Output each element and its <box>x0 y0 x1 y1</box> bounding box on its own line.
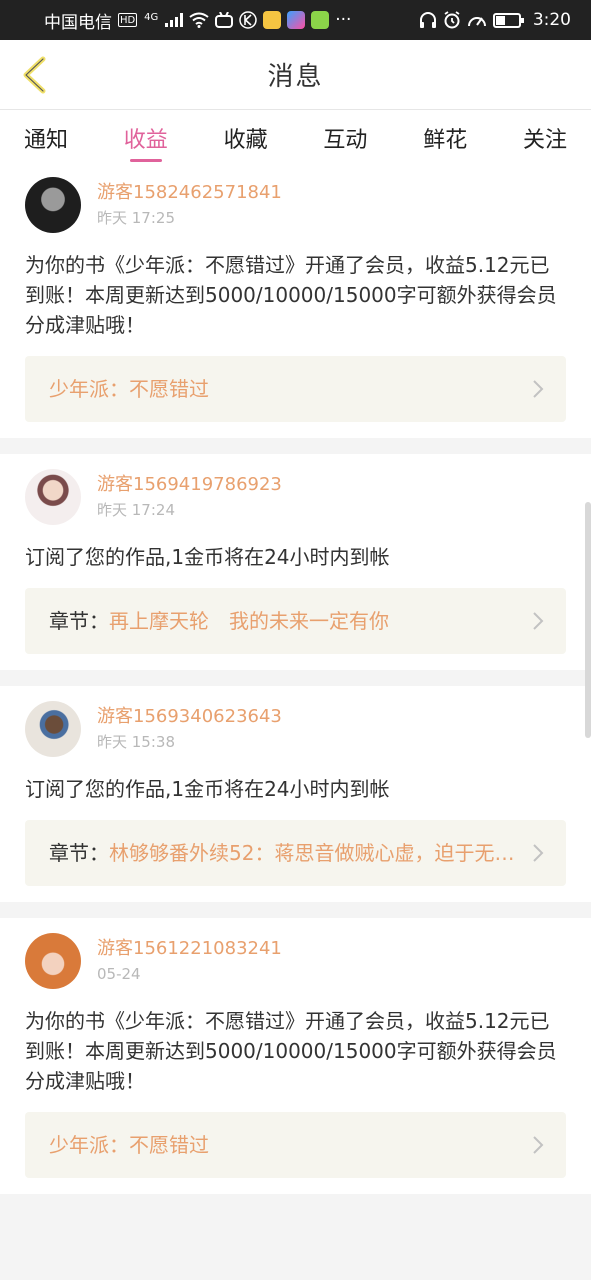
chevron-right-icon <box>533 1136 544 1154</box>
tab-following[interactable]: 关注 <box>523 122 567 162</box>
status-bar: 中国电信 HD 4G ··· 3:20 <box>0 0 591 40</box>
user-meta: 游客1582462571841 昨天 17:25 <box>97 181 282 229</box>
message-card: 游客1569419786923 昨天 17:24 订阅了您的作品,1金币将在24… <box>0 454 591 670</box>
page-title: 消息 <box>267 62 324 92</box>
more-notifications-icon: ··· <box>335 10 352 30</box>
message-card: 游客1569340623643 昨天 15:38 订阅了您的作品,1金币将在24… <box>0 686 591 902</box>
message-text: 为你的书《少年派：不愿错过》开通了会员，收益5.12元已到账！本周更新达到500… <box>25 1009 557 1093</box>
status-right: 3:20 <box>419 10 571 30</box>
tab-flowers[interactable]: 鲜花 <box>423 122 467 162</box>
avatar[interactable] <box>25 469 81 525</box>
link-title: 再上摩天轮 我的未来一定有你 <box>109 609 389 633</box>
clock-time: 3:20 <box>532 10 571 30</box>
timestamp: 昨天 17:25 <box>97 209 175 227</box>
message-text: 为你的书《少年派：不愿错过》开通了会员，收益5.12元已到账！本周更新达到500… <box>25 253 557 337</box>
network-type-icon: 4G <box>144 12 159 23</box>
message-user-row: 游客1561221083241 05-24 <box>25 930 566 992</box>
user-meta: 游客1561221083241 05-24 <box>97 937 282 985</box>
weibo-icon <box>263 11 282 29</box>
alarm-icon <box>443 11 461 29</box>
k-app-icon <box>239 11 257 29</box>
username[interactable]: 游客1582462571841 <box>97 181 282 205</box>
message-card: 游客1561221083241 05-24 为你的书《少年派：不愿错过》开通了会… <box>0 918 591 1194</box>
avatar[interactable] <box>25 177 81 233</box>
link-label: 章节： <box>49 841 109 865</box>
message-user-row: 游客1569419786923 昨天 17:24 <box>25 466 566 528</box>
book-link[interactable]: 少年派：不愿错过 <box>25 356 566 422</box>
scrollbar-thumb[interactable] <box>585 502 591 738</box>
tab-earnings[interactable]: 收益 <box>124 122 168 162</box>
chevron-right-icon <box>533 844 544 862</box>
avatar[interactable] <box>25 933 81 989</box>
headphones-icon <box>419 12 437 28</box>
username[interactable]: 游客1561221083241 <box>97 937 282 961</box>
message-user-row: 游客1569340623643 昨天 15:38 <box>25 698 566 760</box>
chapter-link[interactable]: 章节：林够够番外续52：蒋思音做贼心虚，迫于无… <box>25 820 566 886</box>
wifi-icon <box>189 12 209 28</box>
chevron-right-icon <box>533 612 544 630</box>
link-title: 林够够番外续52：蒋思音做贼心虚，迫于无… <box>109 841 515 865</box>
username[interactable]: 游客1569340623643 <box>97 705 282 729</box>
carrier-label: 中国电信 <box>44 12 112 33</box>
message-text: 订阅了您的作品,1金币将在24小时内到帐 <box>25 545 390 569</box>
timestamp: 昨天 17:24 <box>97 501 175 519</box>
signal-icon <box>165 12 184 28</box>
tab-interactions[interactable]: 互动 <box>323 122 367 162</box>
link-title: 少年派：不愿错过 <box>49 1133 209 1157</box>
top-nav-bar: 消息 <box>0 40 591 110</box>
status-left: 中国电信 HD 4G ··· <box>44 8 351 33</box>
category-tabs: 通知 收益 收藏 互动 鲜花 关注 <box>0 110 591 162</box>
chapter-link[interactable]: 章节： 再上摩天轮 我的未来一定有你 <box>25 588 566 654</box>
speedometer-icon <box>467 12 487 28</box>
green-app-icon <box>311 11 330 29</box>
back-button[interactable] <box>14 55 54 95</box>
bilibili-icon <box>215 12 234 28</box>
username[interactable]: 游客1569419786923 <box>97 473 282 497</box>
avatar[interactable] <box>25 701 81 757</box>
message-text: 订阅了您的作品,1金币将在24小时内到帐 <box>25 777 390 801</box>
link-label: 章节： <box>49 609 109 633</box>
timestamp: 昨天 15:38 <box>97 733 175 751</box>
video-app-icon <box>287 11 306 29</box>
book-link[interactable]: 少年派：不愿错过 <box>25 1112 566 1178</box>
chevron-left-icon <box>23 56 46 94</box>
link-title: 少年派：不愿错过 <box>49 377 209 401</box>
hd-icon: HD <box>118 13 138 27</box>
user-meta: 游客1569419786923 昨天 17:24 <box>97 473 282 521</box>
user-meta: 游客1569340623643 昨天 15:38 <box>97 705 282 753</box>
timestamp: 05-24 <box>97 965 141 983</box>
chevron-right-icon <box>533 380 544 398</box>
message-user-row: 游客1582462571841 昨天 17:25 <box>25 174 566 236</box>
battery-icon <box>492 12 524 28</box>
tab-notifications[interactable]: 通知 <box>24 122 68 162</box>
message-card: 游客1582462571841 昨天 17:25 为你的书《少年派：不愿错过》开… <box>0 162 591 438</box>
tab-favorites[interactable]: 收藏 <box>224 122 268 162</box>
